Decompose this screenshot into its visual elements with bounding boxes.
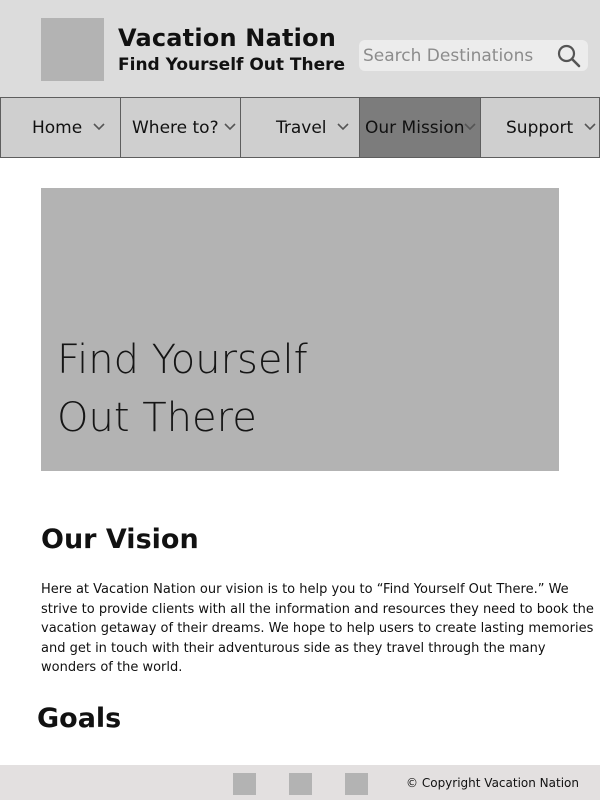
copyright-text: © Copyright Vacation Nation: [406, 776, 579, 790]
chevron-down-icon: [464, 123, 476, 131]
search-icon[interactable]: [556, 43, 582, 69]
main-nav: Home Where to? Travel Our Mission Suppor…: [0, 97, 600, 158]
chevron-down-icon: [584, 123, 596, 131]
nav-item-home[interactable]: Home: [0, 98, 120, 157]
social-icon-1[interactable]: [233, 773, 256, 795]
nav-label: Where to?: [132, 117, 219, 138]
nav-label: Our Mission: [365, 117, 465, 138]
chevron-down-icon: [224, 123, 236, 131]
brand-title[interactable]: Vacation Nation: [118, 24, 336, 52]
nav-item-travel[interactable]: Travel: [240, 98, 359, 157]
site-footer: © Copyright Vacation Nation: [0, 765, 600, 800]
hero-line-2: Out There: [57, 395, 257, 441]
social-icon-3[interactable]: [345, 773, 368, 795]
hero-banner: Find Yourself Out There: [41, 188, 559, 471]
nav-label: Support: [506, 117, 574, 138]
goals-heading: Goals: [37, 703, 122, 734]
search-input[interactable]: [363, 43, 553, 68]
vision-heading: Our Vision: [41, 524, 199, 555]
site-header: Vacation Nation Find Yourself Out There: [0, 0, 600, 97]
nav-item-where-to[interactable]: Where to?: [120, 98, 240, 157]
brand-tagline: Find Yourself Out There: [118, 55, 346, 75]
social-icon-2[interactable]: [289, 773, 312, 795]
chevron-down-icon: [93, 123, 105, 131]
vision-paragraph: Here at Vacation Nation our vision is to…: [41, 582, 594, 675]
logo-icon[interactable]: [41, 18, 104, 81]
nav-label: Home: [32, 117, 83, 138]
nav-item-support[interactable]: Support: [480, 98, 600, 157]
search-box: [359, 40, 588, 71]
chevron-down-icon: [337, 123, 349, 131]
hero-headline: Find Yourself Out There: [57, 331, 308, 447]
hero-line-1: Find Yourself: [57, 337, 308, 383]
nav-item-our-mission[interactable]: Our Mission: [359, 98, 480, 157]
nav-label: Travel: [276, 117, 327, 138]
